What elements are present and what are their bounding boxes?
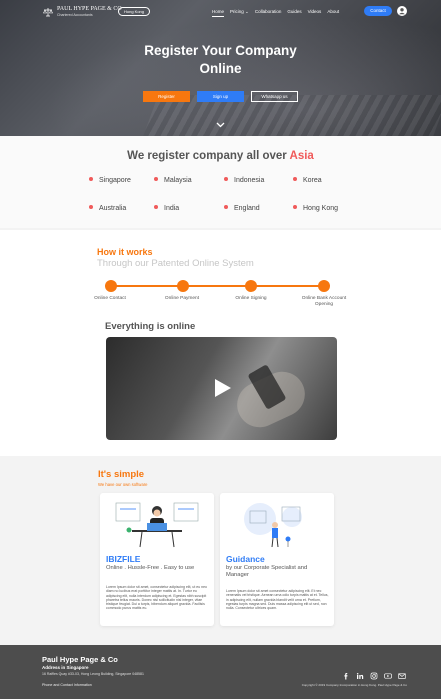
bullet-icon <box>154 205 158 210</box>
step-marker <box>105 280 117 292</box>
register-button[interactable]: Register <box>143 91 190 102</box>
country-label: Hong Kong <box>303 205 339 212</box>
guidance-illustration <box>244 503 302 548</box>
feature-card-guidance[interactable]: Guidance by our Corporate Specialist and… <box>220 493 334 626</box>
simple-subtitle: We have our own software <box>98 482 148 487</box>
footer: Paul Hype Page & Co Address in Singapore… <box>0 645 441 699</box>
nav-collaboration[interactable]: Collaboration <box>255 7 282 17</box>
whatsapp-button[interactable]: Whatsapp us <box>251 91 298 102</box>
country-item[interactable]: Singapore <box>89 177 131 184</box>
user-icon[interactable] <box>397 6 407 16</box>
step-label: Online Payment <box>164 296 200 301</box>
country-label: England <box>234 205 260 212</box>
bullet-icon <box>224 205 228 210</box>
logo[interactable]: PAUL HYPE PAGE & CO Chartered Accountant… <box>43 6 122 17</box>
country-label: Korea <box>303 177 322 184</box>
chevron-down-icon: ⌄ <box>245 9 249 14</box>
country-item[interactable]: India <box>154 205 179 212</box>
hero-banner: PAUL HYPE PAGE & CO Chartered Accountant… <box>0 0 441 136</box>
nav-home[interactable]: Home <box>212 7 225 17</box>
card-title: IBIZFILE <box>106 554 141 564</box>
simple-title: It's simple <box>98 469 145 480</box>
facebook-icon[interactable] <box>342 672 350 680</box>
footer-phone[interactable]: Phone and Contact Information <box>42 683 92 687</box>
countries-heading-accent: Asia <box>289 150 314 162</box>
country-item[interactable]: Malaysia <box>154 177 192 184</box>
mail-icon[interactable] <box>398 672 406 680</box>
footer-address: 16 Raffles Quay #33-03, Hong Leong Build… <box>42 672 144 676</box>
scroll-down-icon[interactable] <box>216 122 225 128</box>
youtube-icon[interactable] <box>384 672 392 680</box>
step-marker <box>245 280 257 292</box>
country-item[interactable]: Australia <box>89 205 126 212</box>
how-it-works-section: How it works Through our Patented Online… <box>0 230 441 456</box>
steps-progress-line <box>110 285 324 287</box>
card-title: Guidance <box>226 554 265 564</box>
hero-title: Register Your Company Online <box>0 42 441 77</box>
card-subtitle: Online . Hussle-Free . Easy to use <box>106 565 195 571</box>
step-marker <box>318 280 330 292</box>
card-body: Lorem Ipsum dolor sit amet consectetur a… <box>226 589 329 611</box>
hero-title-line2: Online <box>199 60 242 76</box>
step-marker <box>177 280 189 292</box>
country-label: India <box>164 205 180 212</box>
bullet-icon <box>154 177 158 182</box>
how-subtitle: Through our Patented Online System <box>97 258 254 269</box>
signup-button[interactable]: Sign up <box>197 91 244 102</box>
step-label: Online Signing <box>235 296 267 301</box>
main-nav: Home Pricing ⌄ Collaboration Guides Vide… <box>212 7 339 17</box>
how-title: How it works <box>97 247 153 257</box>
nav-pricing-label: Pricing <box>230 9 244 14</box>
linkedin-icon[interactable] <box>356 672 364 680</box>
contact-button[interactable]: Contact <box>364 6 392 16</box>
bullet-icon <box>293 177 297 182</box>
bullet-icon <box>224 177 228 182</box>
region-selector[interactable]: Hong Kong <box>118 7 150 16</box>
everything-online-title: Everything is online <box>105 321 196 332</box>
countries-section: We register company all over Asia Singap… <box>0 136 441 228</box>
nav-pricing[interactable]: Pricing ⌄ <box>230 7 249 17</box>
step-label: Online Bank Account Opening <box>301 296 347 307</box>
step-label: Online Contact <box>94 296 126 301</box>
footer-copyright: Copyright © 2019 Company Incorporation i… <box>301 683 407 687</box>
country-item[interactable]: England <box>224 205 260 212</box>
country-label: Indonesia <box>234 177 265 184</box>
footer-address-title: Address in Singapore <box>42 665 89 670</box>
bullet-icon <box>293 205 297 210</box>
country-label: Malaysia <box>164 177 192 184</box>
country-item[interactable]: Indonesia <box>224 177 264 184</box>
countries-heading: We register company all over Asia <box>0 150 441 162</box>
country-label: Singapore <box>99 177 131 184</box>
countries-heading-text: We register company all over <box>127 150 287 162</box>
card-body: Lorem Ipsum dolor sit amet, consectetur … <box>106 585 207 611</box>
bullet-icon <box>89 177 93 182</box>
nav-guides[interactable]: Guides <box>287 7 301 17</box>
nav-about[interactable]: About <box>327 7 339 17</box>
feature-card-ibizfile[interactable]: IBIZFILE Online . Hussle-Free . Easy to … <box>100 493 214 626</box>
bullet-icon <box>89 205 93 210</box>
simple-section: It's simple We have our own software IBI… <box>0 459 441 645</box>
scales-icon <box>43 7 53 16</box>
logo-name: PAUL HYPE PAGE & CO <box>57 6 122 12</box>
card-subtitle: by our Corporate Specialist and Manager <box>226 565 308 578</box>
nav-videos[interactable]: Videos <box>308 7 322 17</box>
country-label: Australia <box>99 205 127 212</box>
person-at-desk-illustration <box>115 502 199 548</box>
play-icon[interactable] <box>215 379 231 397</box>
hero-title-line1: Register Your Company <box>144 43 297 58</box>
video-player[interactable] <box>106 337 337 440</box>
logo-subtitle: Chartered Accountants <box>57 13 93 17</box>
instagram-icon[interactable] <box>370 672 378 680</box>
country-item[interactable]: Korea <box>293 177 322 184</box>
country-item[interactable]: Hong Kong <box>293 205 338 212</box>
footer-brand: Paul Hype Page & Co <box>42 655 118 664</box>
